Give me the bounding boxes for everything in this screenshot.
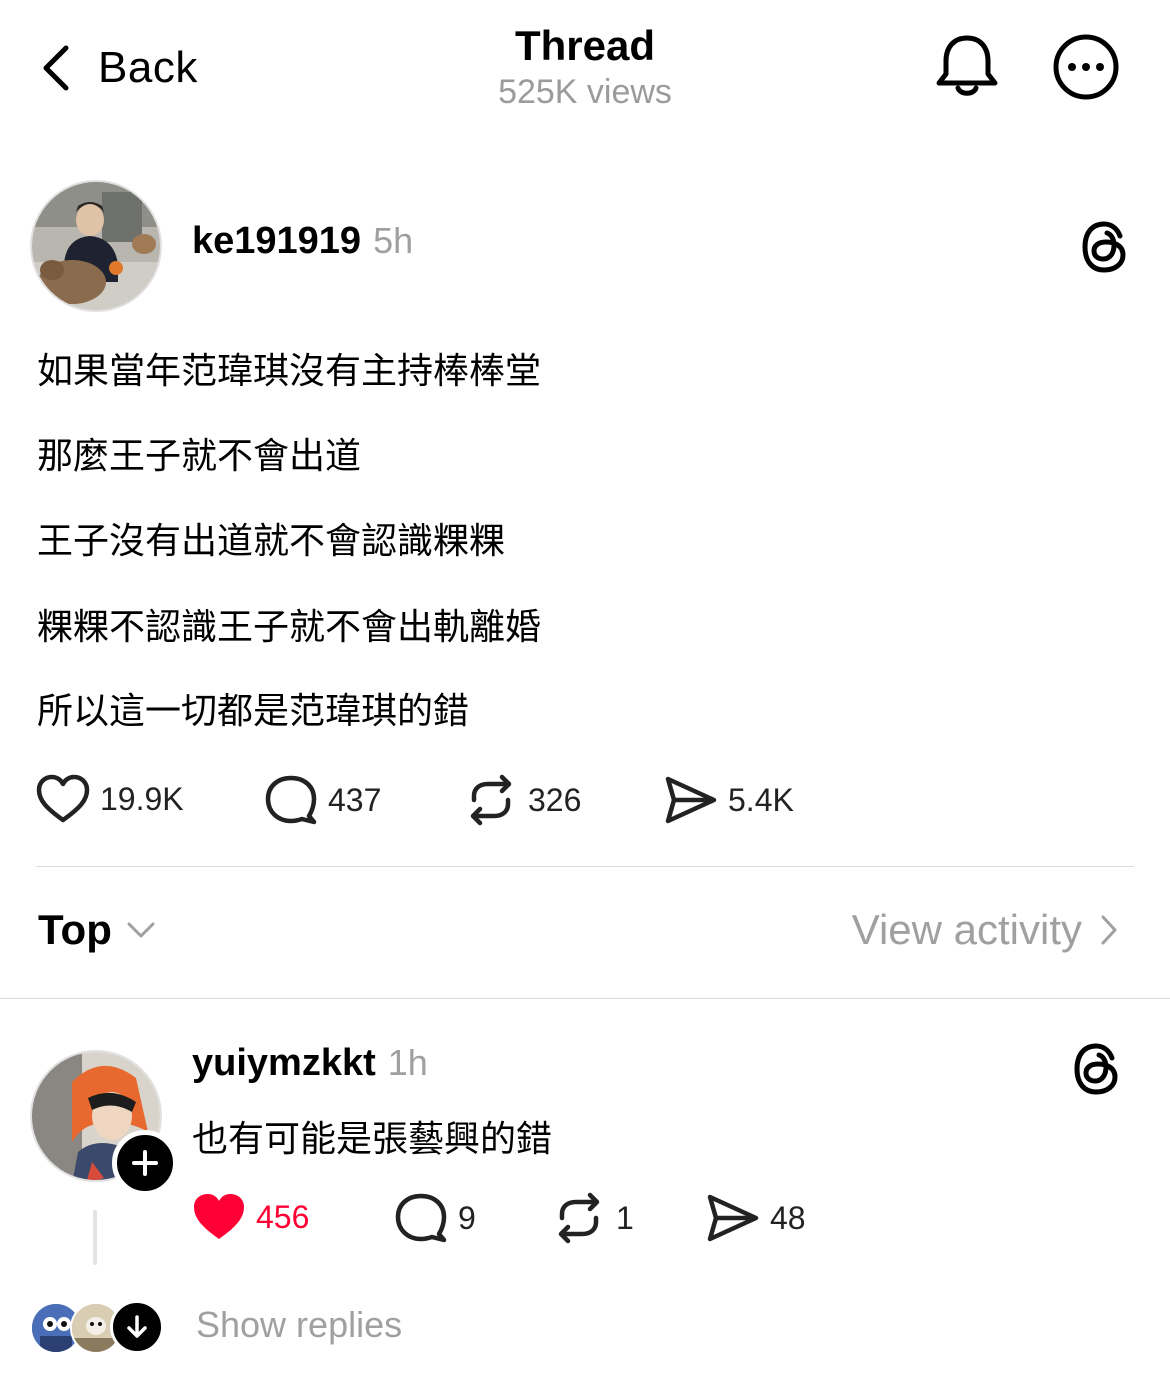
comment-icon bbox=[265, 775, 317, 825]
chevron-left-icon bbox=[43, 45, 69, 91]
more-options-button[interactable] bbox=[1052, 33, 1120, 101]
view-activity-label: View activity bbox=[851, 906, 1082, 953]
thread-line bbox=[93, 1210, 97, 1265]
avatar-photo bbox=[32, 182, 160, 310]
arrow-down-icon bbox=[127, 1315, 147, 1338]
post-time: 5h bbox=[373, 220, 414, 261]
more-icon bbox=[1053, 34, 1119, 100]
plus-icon bbox=[132, 1150, 158, 1176]
reply-like-button[interactable]: 456 bbox=[192, 1192, 309, 1242]
bell-icon bbox=[936, 35, 998, 96]
repost-button[interactable]: 326 bbox=[464, 774, 581, 826]
heart-icon bbox=[36, 774, 90, 823]
threads-logo[interactable] bbox=[1080, 220, 1130, 274]
sort-label: Top bbox=[38, 906, 112, 953]
reply-threads-logo[interactable] bbox=[1072, 1042, 1122, 1096]
reply-comment-count: 9 bbox=[458, 1199, 476, 1236]
reply-like-count: 456 bbox=[256, 1198, 310, 1235]
show-replies-link[interactable]: Show replies bbox=[196, 1304, 402, 1346]
like-count: 19.9K bbox=[100, 780, 184, 817]
post-text-line: 所以這一切都是范瑋琪的錯 bbox=[37, 691, 470, 732]
post-text-line: 那麼王子就不會出道 bbox=[37, 436, 362, 477]
comment-count: 437 bbox=[328, 781, 382, 818]
page-title: Thread bbox=[514, 22, 656, 69]
reply-share-count: 48 bbox=[770, 1199, 806, 1236]
back-button[interactable]: Back bbox=[40, 36, 198, 100]
comment-button[interactable]: 437 bbox=[264, 774, 381, 826]
reply-repost-count: 1 bbox=[616, 1199, 634, 1236]
reply-text: 也有可能是張藝興的錯 bbox=[192, 1119, 553, 1160]
chevron-down-icon bbox=[127, 922, 155, 938]
reply-comment-button[interactable]: 9 bbox=[394, 1192, 476, 1244]
reply-repost-button[interactable]: 1 bbox=[552, 1192, 634, 1244]
section-divider bbox=[0, 998, 1170, 999]
comment-icon bbox=[395, 1193, 447, 1243]
threads-logo-icon bbox=[1074, 1043, 1118, 1095]
share-icon bbox=[707, 1194, 759, 1242]
like-button[interactable]: 19.9K bbox=[36, 774, 184, 824]
reply-username[interactable]: yuiymzkkt bbox=[192, 1042, 376, 1084]
follow-button[interactable] bbox=[112, 1130, 178, 1196]
heart-icon bbox=[194, 1194, 244, 1239]
share-icon bbox=[665, 776, 717, 824]
repost-count: 326 bbox=[528, 781, 582, 818]
post-text-line: 粿粿不認識王子就不會出軌離婚 bbox=[37, 607, 542, 648]
repost-icon bbox=[470, 774, 512, 826]
repost-icon bbox=[558, 1192, 600, 1244]
expand-replies-button[interactable] bbox=[110, 1300, 164, 1354]
back-label: Back bbox=[98, 43, 198, 92]
sort-dropdown[interactable]: Top bbox=[38, 906, 156, 954]
reply-time: 1h bbox=[387, 1042, 428, 1083]
reply-avatars-stack[interactable] bbox=[30, 1300, 164, 1354]
reply-share-button[interactable]: 48 bbox=[706, 1192, 806, 1244]
chevron-right-icon bbox=[1101, 915, 1117, 945]
header-title-block: Thread 525K views bbox=[385, 22, 785, 114]
reply-author-line: yuiymzkkt 1h bbox=[192, 1042, 428, 1085]
post-text-line: 如果當年范瑋琪沒有主持棒棒堂 bbox=[37, 351, 542, 392]
view-count: 525K views bbox=[498, 73, 672, 111]
share-button[interactable]: 5.4K bbox=[664, 774, 794, 826]
share-count: 5.4K bbox=[728, 781, 794, 818]
post-text-line: 王子沒有出道就不會認識粿粿 bbox=[37, 521, 506, 562]
threads-logo-icon bbox=[1082, 221, 1126, 273]
notifications-button[interactable] bbox=[934, 32, 1000, 100]
author-line: ke191919 5h bbox=[192, 220, 413, 263]
author-username[interactable]: ke191919 bbox=[192, 220, 361, 262]
view-activity-link[interactable]: View activity bbox=[852, 906, 1118, 954]
post-divider bbox=[36, 866, 1134, 867]
author-avatar[interactable] bbox=[30, 180, 162, 312]
